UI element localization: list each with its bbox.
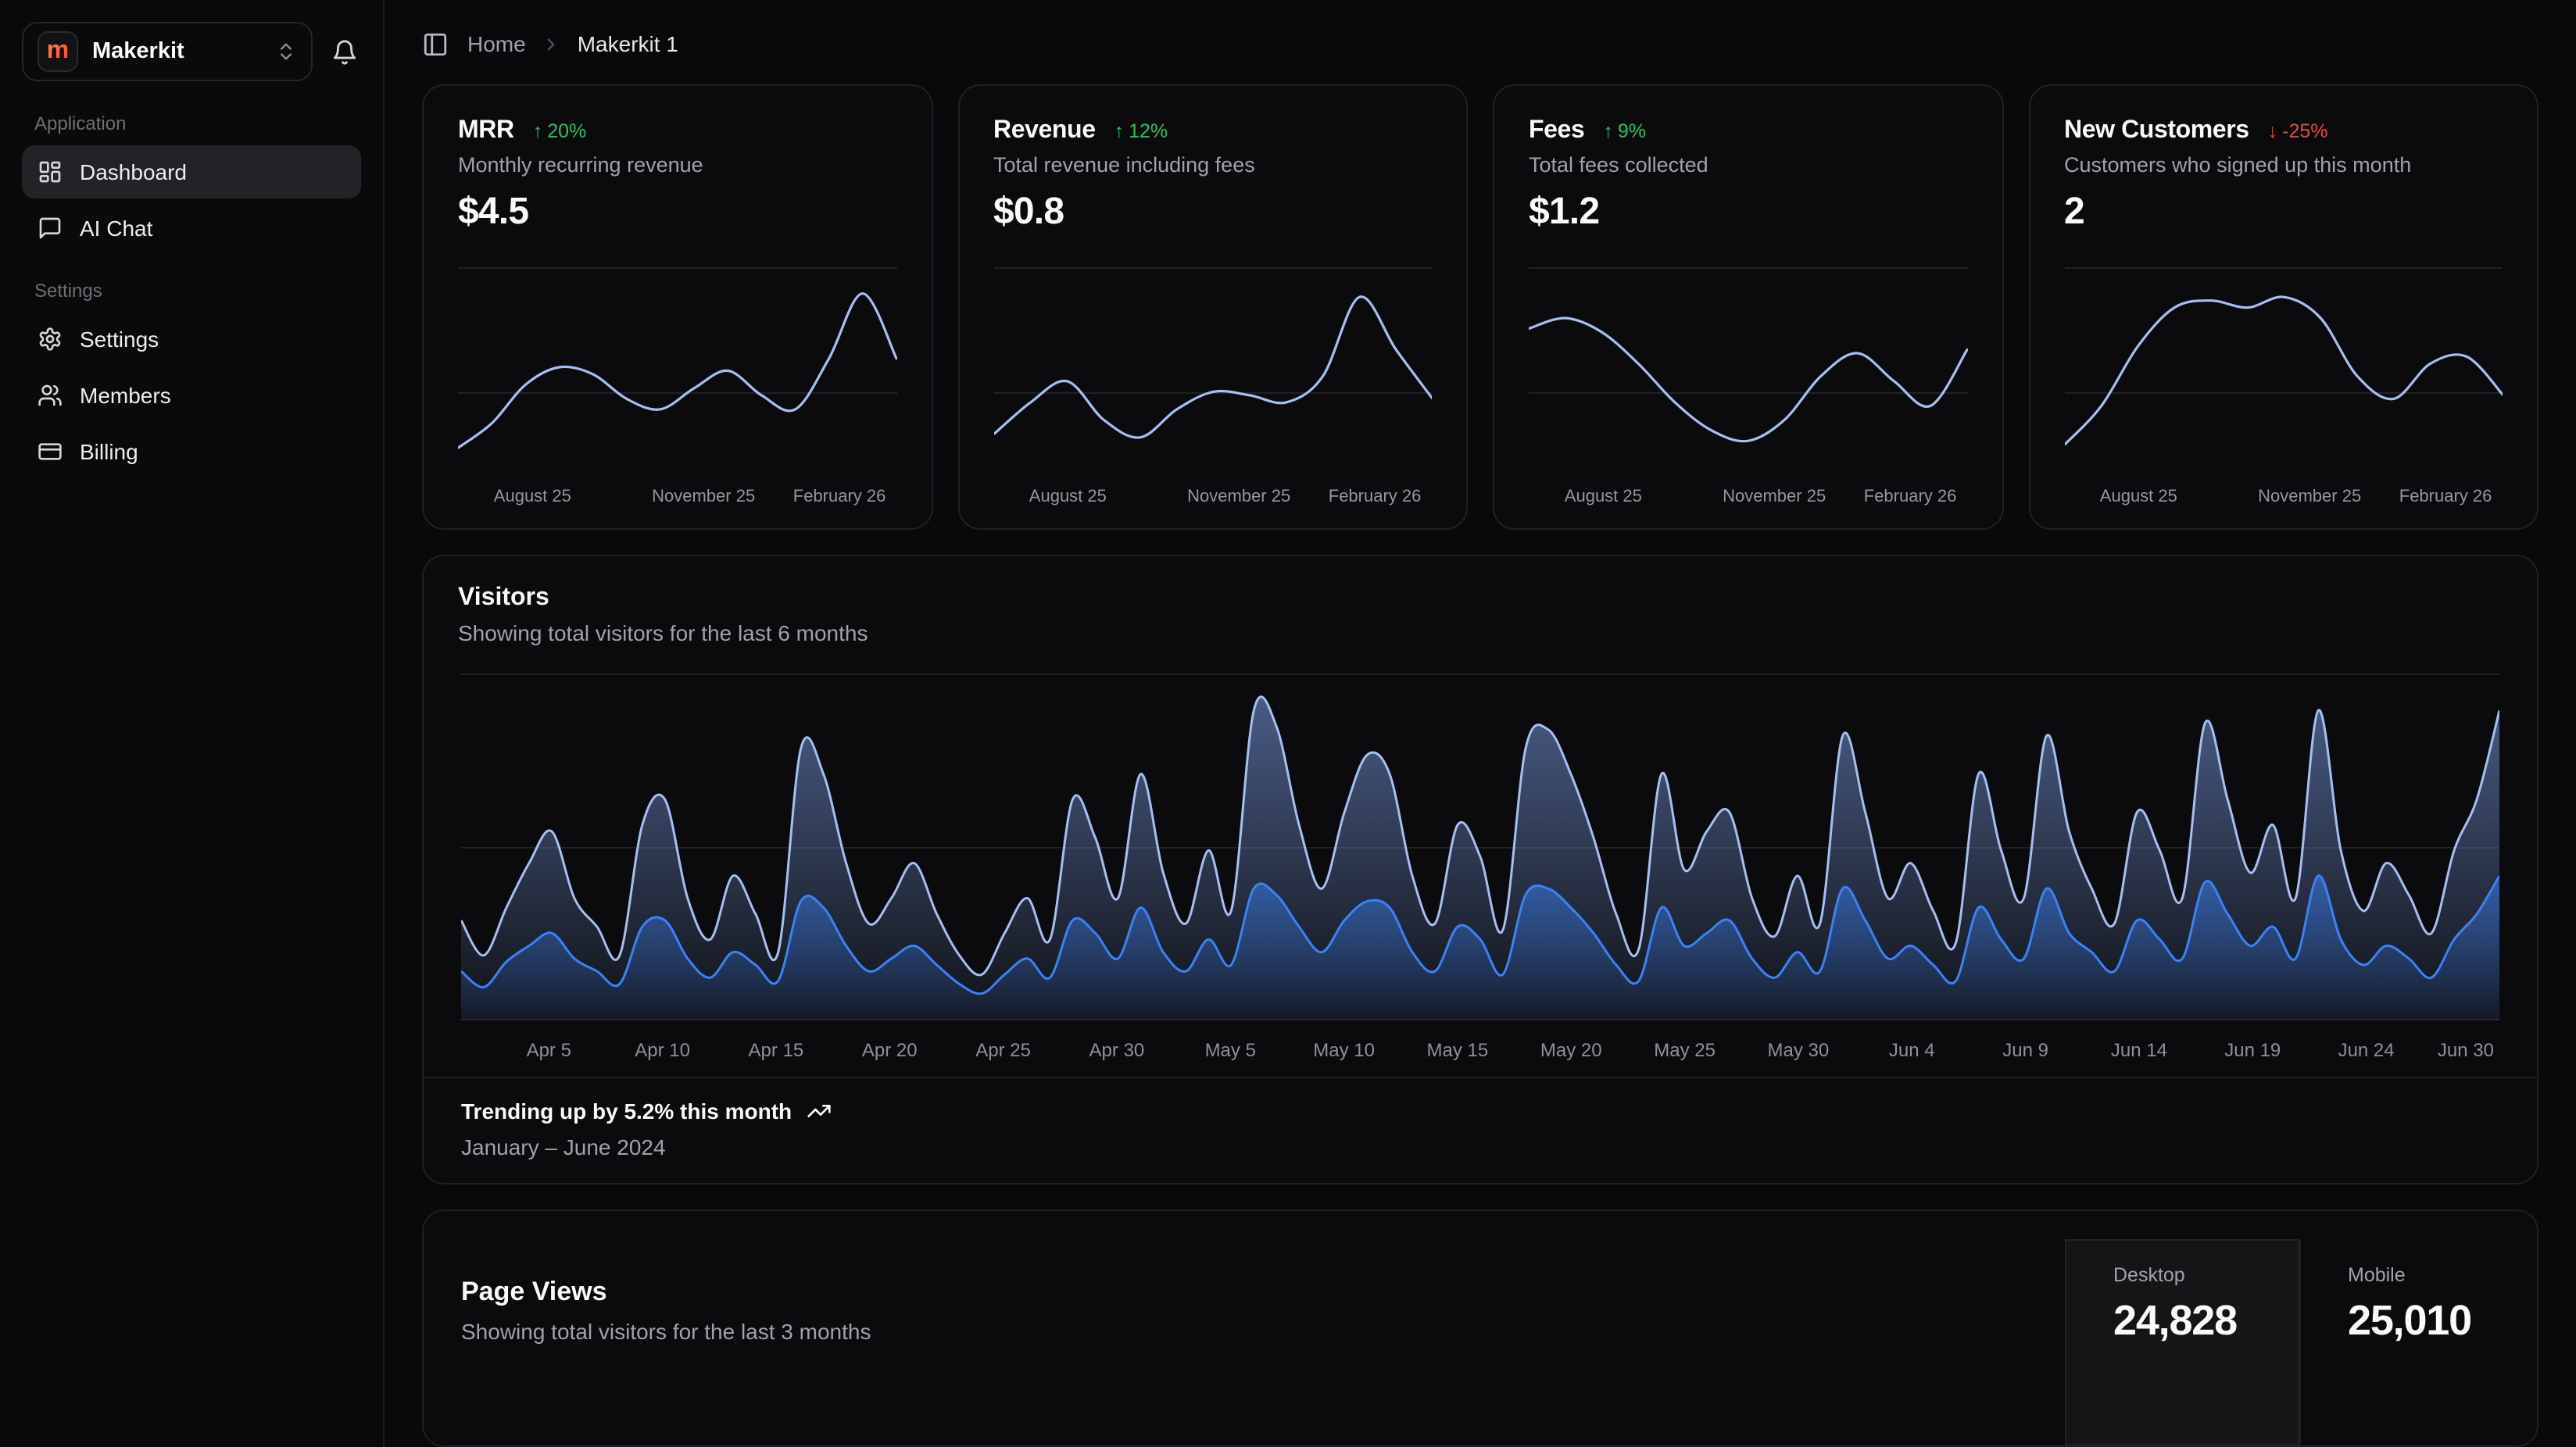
trend-arrow-icon: ↑ — [1114, 121, 1125, 143]
sidebar-item-members[interactable]: Members — [22, 369, 361, 422]
credit-card-icon — [38, 439, 63, 464]
sidebar-header: m Makerkit — [22, 22, 361, 81]
sparkline-area: August 25November 25February 26 — [458, 260, 896, 510]
makerkit-logo: m — [38, 31, 78, 72]
trend-arrow-icon: ↑ — [533, 121, 543, 143]
page-views-toggles: Desktop 24,828 Mobile 25,010 — [2065, 1240, 2534, 1445]
sidebar-item-label: Billing — [80, 439, 138, 464]
workspace-selector[interactable]: m Makerkit — [22, 22, 313, 81]
stat-card-mrr: MRR ↑20% Monthly recurring revenue $4.5 … — [422, 85, 932, 531]
stat-title: Fees — [1529, 118, 1584, 146]
users-icon — [38, 383, 63, 408]
chevron-right-icon — [542, 34, 562, 54]
stat-title: New Customers — [2064, 118, 2249, 146]
stat-value: 2 — [2064, 191, 2503, 235]
sparkline-chart — [458, 266, 896, 470]
stat-value: $1.2 — [1529, 191, 1967, 235]
sidebar-section-settings: Settings — [34, 280, 349, 302]
sparkline-chart — [2064, 266, 2503, 470]
sidebar-item-label: Settings — [80, 327, 159, 352]
sidebar-item-label: AI Chat — [80, 216, 152, 241]
visitors-footer: Trending up by 5.2% this month January –… — [424, 1077, 2537, 1184]
stat-value: $0.8 — [993, 191, 1432, 235]
sidebar-item-billing[interactable]: Billing — [22, 425, 361, 478]
stat-card-fees: Fees ↑9% Total fees collected $1.2 Augus… — [1493, 85, 2003, 531]
stat-card-new-customers: New Customers ↓-25% Customers who signed… — [2028, 85, 2538, 531]
bell-icon — [331, 38, 358, 65]
trend-text: Trending up by 5.2% this month — [461, 1099, 792, 1124]
app-window: m Makerkit Application Dashboard — [0, 0, 2576, 1447]
stat-delta-badge: ↑20% — [533, 121, 587, 143]
gear-icon — [38, 327, 63, 352]
sidebar-item-settings[interactable]: Settings — [22, 313, 361, 366]
sparkline-chart — [993, 266, 1432, 470]
stat-delta-badge: ↓-25% — [2268, 121, 2328, 143]
stat-subtitle: Total fees collected — [1529, 154, 1967, 177]
notifications-button[interactable] — [328, 35, 361, 68]
stat-card-revenue: Revenue ↑12% Total revenue including fee… — [957, 85, 1468, 531]
sidebar-item-dashboard[interactable]: Dashboard — [22, 145, 361, 198]
sidebar-toggle-button[interactable] — [422, 30, 449, 57]
stat-value: 25,010 — [2348, 1298, 2485, 1346]
mobile-toggle[interactable]: Mobile 25,010 — [2299, 1240, 2534, 1445]
main-content: Home Makerkit 1 MRR ↑20% Monthly recurri… — [385, 0, 2576, 1447]
visitors-title: Visitors — [458, 585, 2503, 613]
stat-value: 24,828 — [2113, 1298, 2251, 1346]
visitors-chart-area: Apr 5Apr 10Apr 15Apr 20Apr 25Apr 30May 5… — [458, 674, 2503, 1065]
page-views-card: Page Views Showing total visitors for th… — [422, 1210, 2538, 1447]
sparkline-area: August 25November 25February 26 — [1529, 260, 1967, 510]
breadcrumb-current: Makerkit 1 — [578, 31, 678, 56]
visitors-subtitle: Showing total visitors for the last 6 mo… — [458, 621, 2503, 646]
breadcrumb-home[interactable]: Home — [467, 31, 526, 56]
dashboard-icon — [38, 159, 63, 184]
desktop-toggle[interactable]: Desktop 24,828 — [2065, 1240, 2299, 1445]
stat-delta-badge: ↑9% — [1603, 121, 1646, 143]
stat-value: $4.5 — [458, 191, 896, 235]
sparkline-area: August 25November 25February 26 — [2064, 260, 2503, 510]
trending-up-icon — [806, 1099, 831, 1124]
period-text: January – June 2024 — [461, 1135, 2499, 1160]
sparkline-area: August 25November 25February 26 — [993, 260, 1432, 510]
page-views-title: Page Views — [461, 1277, 871, 1309]
visitors-area-chart — [461, 674, 2499, 1021]
stat-subtitle: Monthly recurring revenue — [458, 154, 896, 177]
panel-left-icon — [422, 30, 449, 57]
sidebar-item-label: Members — [80, 383, 171, 408]
topbar: Home Makerkit 1 — [422, 22, 2538, 66]
visitors-card: Visitors Showing total visitors for the … — [422, 556, 2538, 1185]
sidebar-section-application: Application — [34, 113, 349, 134]
stat-subtitle: Total revenue including fees — [993, 154, 1432, 177]
stat-subtitle: Customers who signed up this month — [2064, 154, 2503, 177]
stat-label: Mobile — [2348, 1265, 2485, 1287]
stat-title: Revenue — [993, 118, 1096, 146]
sidebar-item-ai-chat[interactable]: AI Chat — [22, 202, 361, 255]
stat-label: Desktop — [2113, 1265, 2251, 1287]
sparkline-chart — [1529, 266, 1967, 470]
stat-delta-badge: ↑12% — [1114, 121, 1168, 143]
page-views-subtitle: Showing total visitors for the last 3 mo… — [461, 1320, 871, 1345]
stat-cards-row: MRR ↑20% Monthly recurring revenue $4.5 … — [422, 85, 2538, 531]
breadcrumb: Home Makerkit 1 — [467, 31, 678, 56]
trend-arrow-icon: ↓ — [2268, 121, 2278, 143]
stat-title: MRR — [458, 118, 514, 146]
trend-arrow-icon: ↑ — [1603, 121, 1613, 143]
workspace-name: Makerkit — [92, 39, 184, 64]
sidebar: m Makerkit Application Dashboard — [0, 0, 385, 1447]
sidebar-item-label: Dashboard — [80, 159, 187, 184]
chat-icon — [38, 216, 63, 241]
chevrons-up-down-icon — [275, 41, 297, 63]
